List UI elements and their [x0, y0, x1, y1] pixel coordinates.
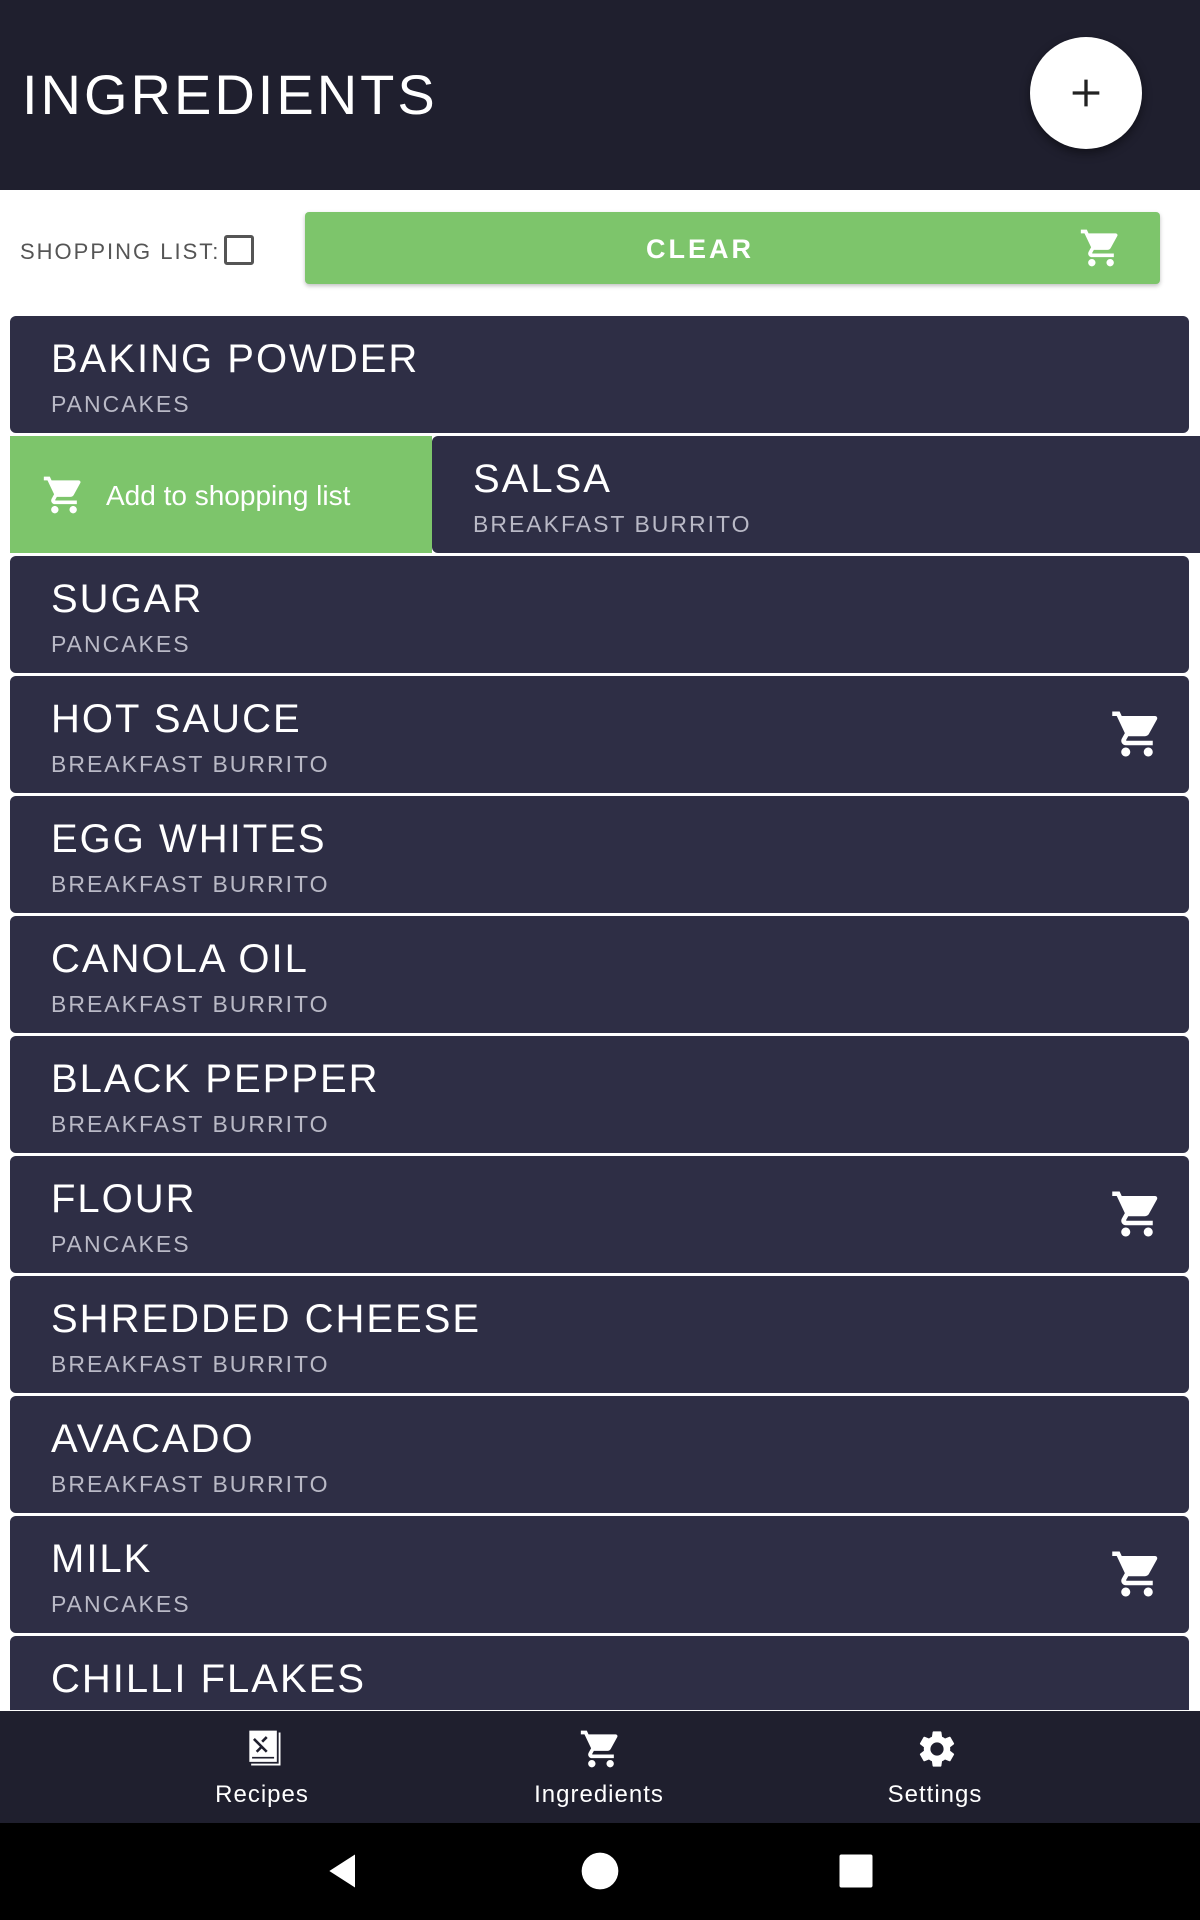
ingredient-recipe: BREAKFAST BURRITO	[51, 871, 330, 897]
recents-square-icon[interactable]	[834, 1849, 878, 1893]
ingredient-card[interactable]: MILK PANCAKES	[10, 1516, 1189, 1633]
add-ingredient-button[interactable]	[1030, 37, 1142, 149]
clear-button-label: CLEAR	[646, 234, 754, 264]
app-header: INGREDIENTS	[0, 0, 1200, 190]
home-circle-icon[interactable]	[578, 1849, 622, 1893]
ingredient-name: MILK	[51, 1537, 153, 1581]
nav-recipes-label: Recipes	[215, 1781, 309, 1808]
ingredient-recipe: BREAKFAST BURRITO	[51, 751, 330, 777]
ingredient-recipe: PANCAKES	[51, 391, 191, 417]
cart-icon	[1112, 1191, 1158, 1237]
ingredient-name: BLACK PEPPER	[51, 1057, 380, 1101]
ingredient-recipe: PANCAKES	[51, 1591, 191, 1617]
shopping-list-checkbox[interactable]	[224, 235, 254, 265]
ingredient-name: FLOUR	[51, 1177, 197, 1221]
gear-icon	[919, 1731, 955, 1767]
ingredient-name: HOT SAUCE	[51, 697, 302, 741]
ingredient-card[interactable]: SHREDDED CHEESE BREAKFAST BURRITO	[10, 1276, 1189, 1393]
ingredient-card[interactable]: HOT SAUCE BREAKFAST BURRITO	[10, 676, 1189, 793]
ingredient-name: BAKING POWDER	[51, 337, 420, 381]
ingredient-list[interactable]: Add to shopping list BAKING POWDER PANCAK…	[0, 315, 1200, 1710]
page-title: INGREDIENTS	[22, 63, 438, 126]
ingredient-card[interactable]: CHILLI FLAKES	[10, 1636, 1189, 1710]
nav-recipes[interactable]: Recipes	[142, 1711, 382, 1823]
ingredient-card[interactable]: SUGAR PANCAKES	[10, 556, 1189, 673]
ingredient-name: SHREDDED CHEESE	[51, 1297, 482, 1341]
cart-icon	[1112, 1551, 1158, 1597]
nav-settings[interactable]: Settings	[815, 1711, 1055, 1823]
ingredient-name: CANOLA OIL	[51, 937, 309, 981]
nav-ingredients[interactable]: Ingredients	[479, 1711, 719, 1823]
ingredient-card[interactable]: FLOUR PANCAKES	[10, 1156, 1189, 1273]
ingredient-recipe: BREAKFAST BURRITO	[51, 991, 330, 1017]
ingredient-name: AVACADO	[51, 1417, 255, 1461]
ingredient-card[interactable]: SALSA BREAKFAST BURRITO	[432, 436, 1200, 553]
ingredient-recipe: BREAKFAST BURRITO	[473, 511, 752, 537]
ingredient-recipe: PANCAKES	[51, 1231, 191, 1257]
ingredient-card[interactable]: CANOLA OIL BREAKFAST BURRITO	[10, 916, 1189, 1033]
ingredient-recipe: BREAKFAST BURRITO	[51, 1471, 330, 1497]
ingredient-name: SALSA	[473, 457, 612, 501]
system-navigation-bar	[0, 1823, 1200, 1920]
shopping-list-label: SHOPPING LIST:	[20, 239, 221, 264]
ingredient-name: CHILLI FLAKES	[51, 1657, 367, 1701]
nav-settings-label: Settings	[887, 1781, 983, 1808]
back-triangle-icon[interactable]	[322, 1849, 366, 1893]
add-to-shopping-list-action[interactable]: Add to shopping list	[10, 436, 432, 553]
recipe-book-icon	[249, 1730, 281, 1766]
ingredient-card[interactable]: EGG WHITES BREAKFAST BURRITO	[10, 796, 1189, 913]
ingredient-card[interactable]: BLACK PEPPER BREAKFAST BURRITO	[10, 1036, 1189, 1153]
ingredient-recipe: BREAKFAST BURRITO	[51, 1111, 330, 1137]
cart-icon	[1080, 229, 1118, 267]
ingredient-name: SUGAR	[51, 577, 204, 621]
clear-button[interactable]: CLEAR	[305, 212, 1160, 284]
bottom-navigation: Recipes Ingredients Settings	[0, 1711, 1200, 1823]
ingredient-recipe: PANCAKES	[51, 631, 191, 657]
cart-icon	[580, 1730, 618, 1768]
add-to-shopping-list-label: Add to shopping list	[106, 480, 351, 511]
ingredient-name: EGG WHITES	[51, 817, 327, 861]
ingredient-card[interactable]: AVACADO BREAKFAST BURRITO	[10, 1396, 1189, 1513]
cart-icon	[1112, 711, 1158, 757]
cart-icon	[43, 476, 81, 514]
ingredient-card[interactable]: BAKING POWDER PANCAKES	[10, 316, 1189, 433]
plus-icon	[1072, 79, 1100, 107]
ingredient-recipe: BREAKFAST BURRITO	[51, 1351, 330, 1377]
nav-ingredients-label: Ingredients	[534, 1781, 664, 1808]
